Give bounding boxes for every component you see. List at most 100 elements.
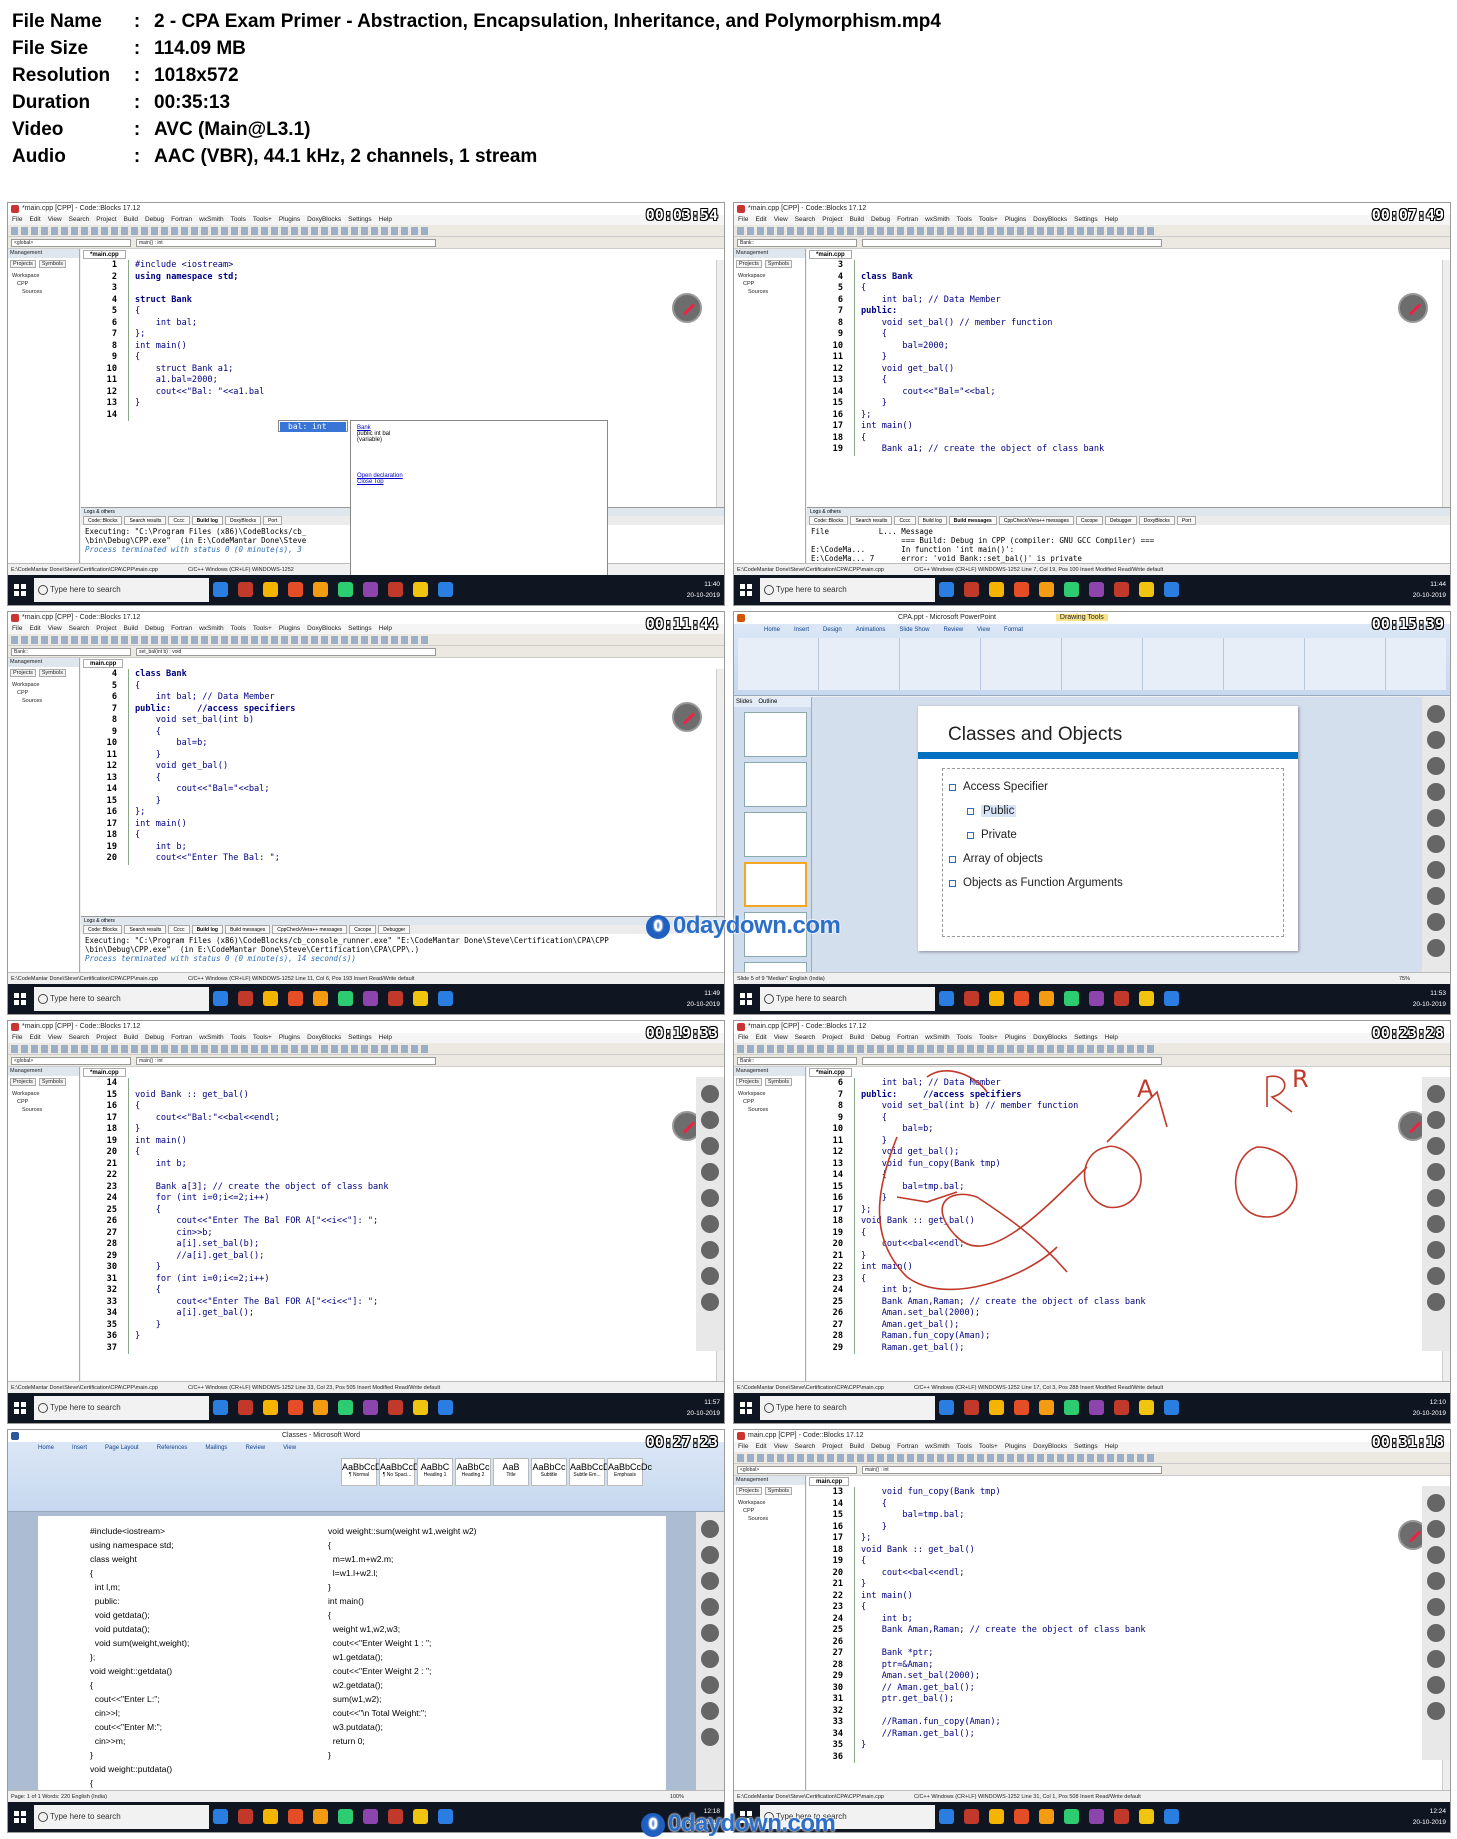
- menu-item[interactable]: Project: [96, 624, 116, 634]
- log-tab[interactable]: DoxyBlocks: [1138, 516, 1175, 525]
- taskbar-app-icon[interactable]: [989, 1809, 1004, 1824]
- menu-item[interactable]: Tools: [231, 215, 246, 225]
- taskbar-app-icon[interactable]: [1039, 1400, 1054, 1415]
- taskbar-app-icon[interactable]: [1089, 991, 1104, 1006]
- windows-start-icon[interactable]: [740, 584, 752, 596]
- windows-start-icon[interactable]: [14, 993, 26, 1005]
- taskbar-app-icon[interactable]: [1014, 991, 1029, 1006]
- scope-select[interactable]: <global>: [11, 239, 131, 247]
- menu-item[interactable]: View: [48, 624, 62, 634]
- annotation-tool-icon[interactable]: [701, 1650, 719, 1668]
- menu-item[interactable]: Help: [1105, 1442, 1118, 1452]
- scope-select[interactable]: Bank::: [737, 1057, 857, 1065]
- taskbar-app-icon[interactable]: [1139, 1400, 1154, 1415]
- taskbar-search-input[interactable]: Type here to search: [760, 578, 935, 602]
- taskbar-app-icon[interactable]: [1064, 1809, 1079, 1824]
- slide-pane-tab[interactable]: Slides: [736, 699, 752, 705]
- menu-item[interactable]: View: [774, 1442, 788, 1452]
- annotation-tool-icon[interactable]: [1427, 1572, 1445, 1590]
- ribbon-tab[interactable]: Insert: [794, 624, 809, 636]
- log-tab[interactable]: Cccc: [168, 925, 190, 934]
- style-option[interactable]: AaB Title: [493, 1458, 529, 1486]
- ribbon-tab[interactable]: Review: [245, 1442, 265, 1454]
- menu-item[interactable]: Tools: [957, 1033, 972, 1043]
- log-tab[interactable]: Cscope: [1075, 516, 1103, 525]
- code-area[interactable]: 6 int bal; // Data Member 7 public: //acce…: [807, 1078, 1442, 1381]
- taskbar-app-icon[interactable]: [1114, 1400, 1129, 1415]
- taskbar-app-icon[interactable]: [1139, 582, 1154, 597]
- menu-item[interactable]: Edit: [755, 215, 766, 225]
- taskbar-app-icon[interactable]: [238, 991, 253, 1006]
- taskbar-app-icon[interactable]: [213, 1809, 228, 1824]
- taskbar-search-input[interactable]: Type here to search: [34, 578, 209, 602]
- taskbar-app-icon[interactable]: [964, 1809, 979, 1824]
- taskbar-app-icon[interactable]: [1139, 1809, 1154, 1824]
- menu-item[interactable]: File: [12, 215, 22, 225]
- management-tab[interactable]: Projects: [736, 1078, 762, 1086]
- symbol-select[interactable]: main() : int: [862, 1466, 1162, 1474]
- menu-item[interactable]: Edit: [29, 1033, 40, 1043]
- slide[interactable]: Classes and Objects Access Specifier Publi…: [918, 706, 1298, 951]
- log-tab[interactable]: Port: [263, 516, 283, 525]
- tree-node[interactable]: CPP: [738, 1507, 801, 1515]
- menu-item[interactable]: DoxyBlocks: [307, 624, 341, 634]
- menu-item[interactable]: Plugins: [279, 215, 300, 225]
- log-tab[interactable]: Code::Blocks: [83, 925, 123, 934]
- menu-item[interactable]: Search: [795, 215, 816, 225]
- taskbar-app-icon[interactable]: [338, 1809, 353, 1824]
- toolbar-buttons[interactable]: [737, 1454, 1157, 1462]
- taskbar-app-icon[interactable]: [939, 1400, 954, 1415]
- log-tab[interactable]: Build log: [917, 516, 947, 525]
- toolbar-buttons[interactable]: [11, 227, 431, 235]
- style-option[interactable]: AaBbCcDc Subtle Em...: [569, 1458, 614, 1486]
- menu-item[interactable]: Settings: [348, 1033, 372, 1043]
- taskbar-app-icon[interactable]: [438, 1809, 453, 1824]
- ribbon-tab[interactable]: Review: [943, 624, 963, 636]
- taskbar-app-icon[interactable]: [989, 582, 1004, 597]
- menu-item[interactable]: DoxyBlocks: [1033, 1442, 1067, 1452]
- taskbar-app-icon[interactable]: [1164, 1400, 1179, 1415]
- tree-node[interactable]: CPP: [12, 689, 75, 697]
- autocomplete-list[interactable]: bal: int: [278, 420, 348, 432]
- slide-thumbnail[interactable]: [744, 862, 807, 907]
- menu-item[interactable]: Fortran: [897, 215, 918, 225]
- log-tab[interactable]: Build messages: [224, 925, 271, 934]
- menu-item[interactable]: Project: [96, 1033, 116, 1043]
- annotation-tool-icon[interactable]: [1427, 1702, 1445, 1720]
- style-option[interactable]: AaBbCcDc ¶ Normal: [341, 1458, 386, 1486]
- menu-item[interactable]: Plugins: [1005, 1033, 1026, 1043]
- ribbon-tab[interactable]: Design: [823, 624, 842, 636]
- slide-thumbnail[interactable]: [744, 712, 807, 757]
- menu-item[interactable]: Project: [822, 1442, 842, 1452]
- editor-scrollbar[interactable]: [716, 669, 724, 916]
- ribbon-tab[interactable]: References: [157, 1442, 188, 1454]
- log-tab[interactable]: DoxyBlocks: [224, 516, 262, 525]
- menu-item[interactable]: Help: [379, 1033, 392, 1043]
- style-option[interactable]: AaBbC Heading 1: [417, 1458, 453, 1486]
- menu-item[interactable]: File: [738, 1033, 748, 1043]
- menu-item[interactable]: Build: [124, 624, 138, 634]
- management-tab[interactable]: Projects: [10, 669, 36, 677]
- toolbar-buttons[interactable]: [737, 227, 1157, 235]
- taskbar-app-icon[interactable]: [1039, 582, 1054, 597]
- menu-item[interactable]: Help: [379, 624, 392, 634]
- taskbar-app-icon[interactable]: [989, 991, 1004, 1006]
- taskbar-app-icon[interactable]: [1114, 1809, 1129, 1824]
- code-editor[interactable]: main.cpp 13 void fun_copy(Bank tmp) 14 {15…: [807, 1476, 1450, 1790]
- tree-node[interactable]: Sources: [12, 288, 75, 296]
- editor-tab[interactable]: *main.cpp: [809, 250, 852, 259]
- menu-item[interactable]: wxSmith: [199, 215, 224, 225]
- editor-tab[interactable]: main.cpp: [809, 1477, 850, 1486]
- tree-node[interactable]: Workspace: [12, 1090, 75, 1098]
- annotation-tool-icon[interactable]: [1427, 861, 1445, 879]
- scope-select[interactable]: Bank::: [737, 239, 857, 247]
- annotation-tool-icon[interactable]: [701, 1624, 719, 1642]
- taskbar-app-icon[interactable]: [263, 1809, 278, 1824]
- tree-node[interactable]: Workspace: [738, 1090, 801, 1098]
- management-tab[interactable]: Symbols: [764, 1487, 792, 1495]
- log-tab[interactable]: Port: [1176, 516, 1197, 525]
- management-tab[interactable]: Symbols: [38, 260, 66, 268]
- taskbar-app-icon[interactable]: [1064, 582, 1079, 597]
- tree-node[interactable]: CPP: [12, 280, 75, 288]
- taskbar-app-icon[interactable]: [1039, 991, 1054, 1006]
